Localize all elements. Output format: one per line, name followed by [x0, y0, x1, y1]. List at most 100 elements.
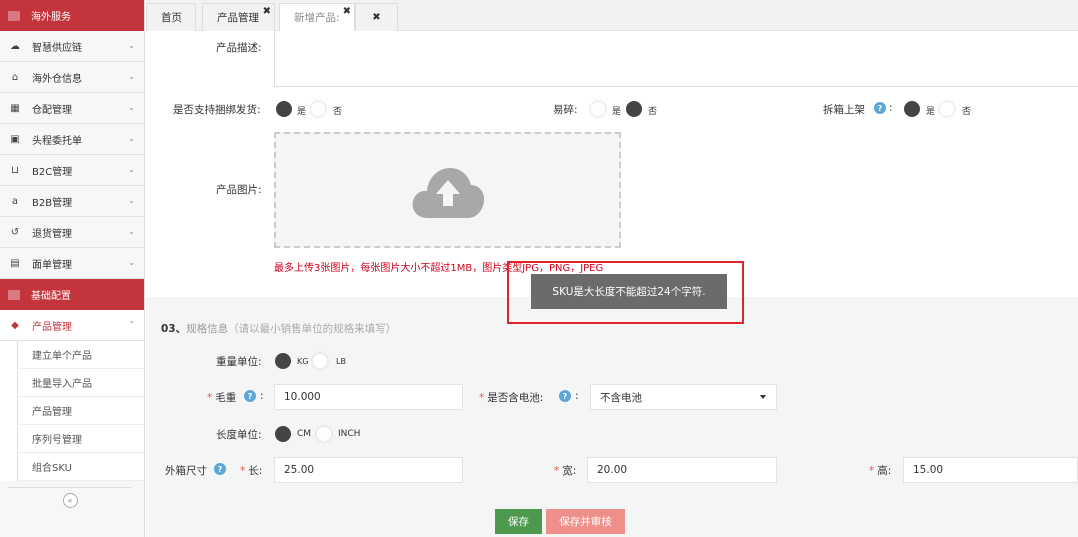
radio-label: 否 [962, 107, 972, 117]
radio-label: LB [336, 357, 346, 366]
save-button[interactable]: 保存 [495, 509, 542, 534]
fragile-yes-radio[interactable] [590, 101, 606, 117]
sidebar-subitem-create-product[interactable]: 建立单个产品 [17, 341, 144, 369]
sidebar-collapse-bar: « [8, 487, 132, 508]
sidebar-section-basic[interactable]: 基础配置 [0, 279, 144, 310]
sidebar-item-label: 仓配管理 [32, 104, 72, 116]
required-mark: * [207, 392, 213, 404]
tab-label: 产品管理 [217, 12, 259, 24]
product-desc-textarea[interactable] [274, 31, 1078, 87]
colon: : [889, 102, 893, 114]
folder-icon [8, 289, 20, 300]
collapse-icon[interactable]: « [62, 493, 78, 508]
sidebar-section-label: 基础配置 [31, 291, 71, 302]
chevron-down-icon: ⌄ [128, 72, 135, 81]
help-icon[interactable]: ? [244, 390, 256, 402]
folder-icon [8, 10, 20, 21]
label-text: 是否含电池: [487, 392, 544, 404]
tab-label: 新增产品: [294, 12, 340, 24]
cart-icon: ⊔ [11, 164, 19, 176]
fragile-no-radio[interactable] [626, 101, 642, 117]
sidebar-item-product-mgmt[interactable]: ◆ 产品管理 ⌃ [0, 310, 144, 341]
length-inch-radio[interactable] [316, 426, 332, 442]
required-mark: * [554, 465, 560, 477]
sidebar-subitem-product-mgmt[interactable]: 产品管理 [17, 397, 144, 425]
help-icon[interactable]: ? [874, 102, 886, 114]
sidebar-item-label: 产品管理 [32, 321, 72, 333]
battery-select[interactable]: 不含电池 [590, 384, 777, 410]
bundle-yes-radio[interactable] [276, 101, 292, 117]
sidebar-item-returns[interactable]: ↺ 退货管理 ⌄ [0, 217, 144, 248]
spec-title: 规格信息 [186, 323, 229, 335]
gross-weight-input[interactable]: 10.000 [274, 384, 463, 410]
sidebar-item-supply-chain[interactable]: ☁ 智慧供应链 ⌄ [0, 31, 144, 62]
chevron-down-icon: ⌄ [128, 258, 135, 267]
spec-section: 03、规格信息（请以最小销售单位的规格来填写） 重量单位: KG LB * 毛重 … [146, 297, 1078, 537]
sidebar-item-label: B2B管理 [32, 197, 73, 209]
sidebar-item-first-leg[interactable]: ▣ 头程委托单 ⌄ [0, 124, 144, 155]
close-icon[interactable]: ✖ [372, 12, 380, 23]
sidebar-submenu: 建立单个产品 批量导入产品 产品管理 序列号管理 组合SKU [0, 341, 144, 481]
close-icon[interactable]: ✖ [263, 6, 271, 17]
chevron-down-icon: ⌄ [128, 103, 135, 112]
fragile-label: 易碎: [553, 104, 578, 116]
save-and-review-button[interactable]: 保存并审核 [546, 509, 625, 534]
tab-extra[interactable]: ✖ [355, 3, 398, 31]
sidebar-subitem-combo-sku[interactable]: 组合SKU [17, 453, 144, 481]
sidebar-subitem-serial-mgmt[interactable]: 序列号管理 [17, 425, 144, 453]
help-icon[interactable]: ? [559, 390, 571, 402]
sidebar-item-b2b[interactable]: a B2B管理 ⌄ [0, 186, 144, 217]
label-text: 高: [877, 465, 892, 477]
chevron-down-icon: ⌄ [128, 227, 135, 236]
close-icon[interactable]: ✖ [343, 6, 351, 17]
radio-label: 是 [612, 107, 622, 117]
sidebar-item-b2c[interactable]: ⊔ B2C管理 ⌄ [0, 155, 144, 186]
box-length-input[interactable]: 25.00 [274, 457, 463, 483]
bundle-ship-label: 是否支持捆绑发货: [173, 104, 261, 116]
tab-label: 首页 [161, 12, 182, 24]
sidebar-item-fulfillment[interactable]: ▦ 仓配管理 ⌄ [0, 93, 144, 124]
weight-lb-radio[interactable] [312, 353, 328, 369]
sidebar-item-label: B2C管理 [32, 166, 73, 178]
tab-new-product[interactable]: 新增产品: ✖ [279, 3, 355, 31]
unbox-yes-radio[interactable] [904, 101, 920, 117]
sidebar-item-label: 海外仓信息 [32, 73, 82, 85]
height-label: * 高: [869, 463, 891, 478]
help-icon[interactable]: ? [214, 463, 226, 475]
bundle-no-radio[interactable] [310, 101, 326, 117]
box-height-input[interactable]: 15.00 [903, 457, 1078, 483]
required-mark: * [869, 465, 875, 477]
sidebar-section-label: 海外服务 [31, 12, 71, 23]
sidebar-subitem-bulk-import[interactable]: 批量导入产品 [17, 369, 144, 397]
unbox-no-radio[interactable] [939, 101, 955, 117]
weight-kg-radio[interactable] [275, 353, 291, 369]
product-image-label: 产品图片: [216, 184, 262, 196]
tab-home[interactable]: 首页 [146, 3, 196, 31]
sidebar-item-label: 头程委托单 [32, 135, 82, 147]
battery-select-value: 不含电池 [600, 391, 642, 404]
battery-label: * 是否含电池: [479, 390, 543, 405]
briefcase-icon: ▣ [10, 133, 20, 145]
box-width-input[interactable]: 20.00 [587, 457, 777, 483]
length-unit-label: 长度单位: [216, 429, 262, 441]
sidebar-item-label: 面单管理 [32, 259, 72, 271]
sidebar: 海外服务 ☁ 智慧供应链 ⌄ ⌂ 海外仓信息 ⌄ ▦ 仓配管理 ⌄ ▣ 头程委托… [0, 0, 145, 537]
radio-label: INCH [338, 429, 361, 439]
tab-product-mgmt[interactable]: 产品管理 ✖ [202, 3, 275, 31]
tag-icon: ◆ [11, 319, 19, 331]
sidebar-section-overseas[interactable]: 海外服务 [0, 0, 144, 31]
radio-label: 是 [926, 107, 936, 117]
unbox-shelf-label: 拆箱上架 [823, 104, 865, 116]
chevron-down-icon: ⌄ [128, 41, 135, 50]
colon: : [575, 390, 579, 402]
box-size-label: 外箱尺寸 [165, 465, 207, 477]
sidebar-item-warehouse-info[interactable]: ⌂ 海外仓信息 ⌄ [0, 62, 144, 93]
radio-label: KG [297, 357, 309, 366]
tab-bar: 首页 产品管理 ✖ 新增产品: ✖ ✖ [146, 0, 1078, 31]
length-cm-radio[interactable] [275, 426, 291, 442]
sidebar-item-labels[interactable]: ▤ 面单管理 ⌄ [0, 248, 144, 279]
image-upload-dropzone[interactable] [274, 132, 621, 248]
required-mark: * [240, 465, 246, 477]
label-text: 长: [248, 465, 263, 477]
required-mark: * [479, 392, 485, 404]
